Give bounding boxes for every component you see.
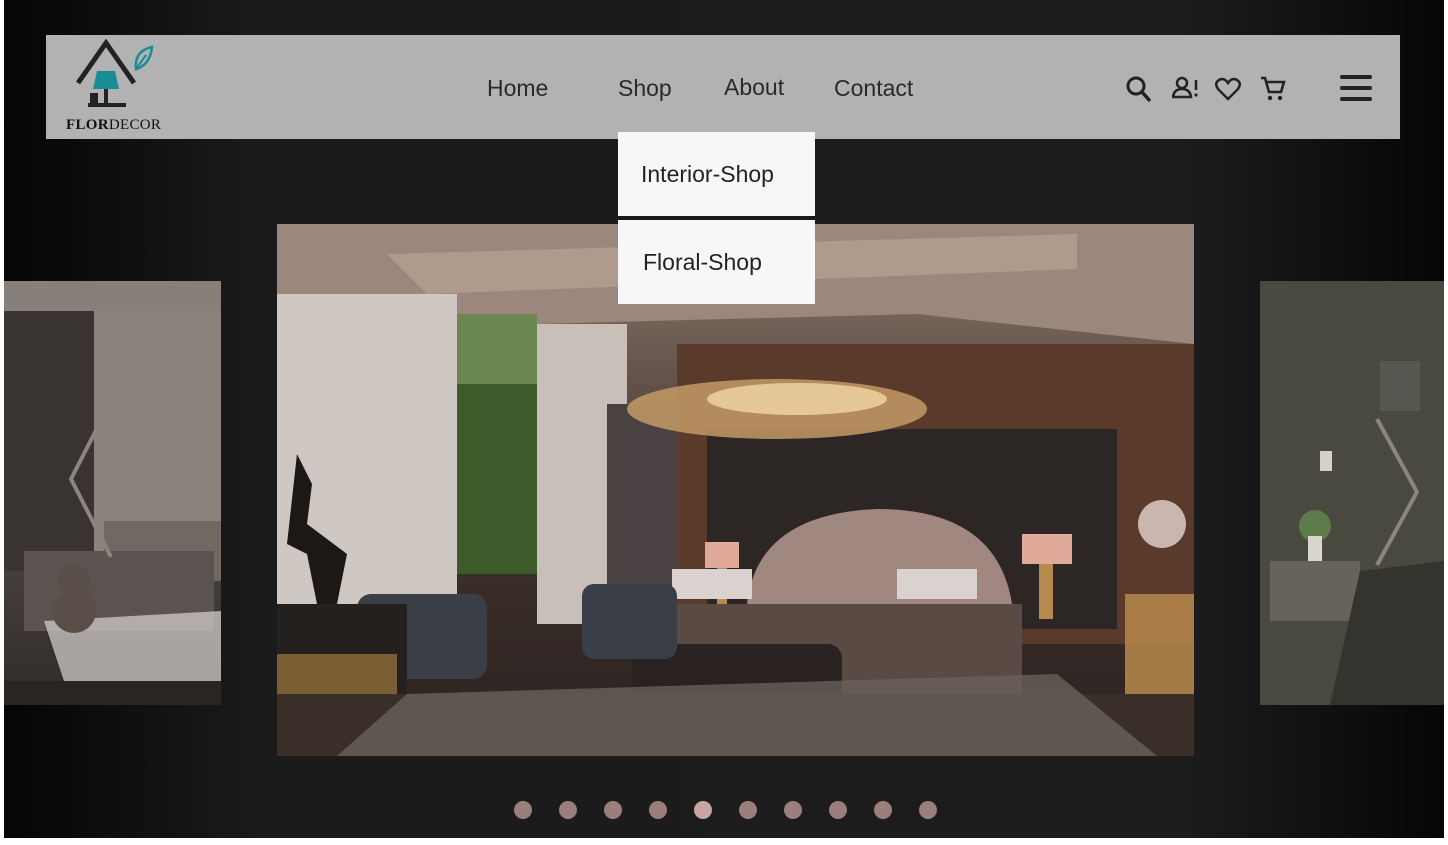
carousel-dot[interactable] (739, 801, 757, 819)
carousel-dot-active[interactable] (694, 801, 712, 819)
carousel-dot[interactable] (919, 801, 937, 819)
top-navbar: FLORDECOR Home Shop About Contact (46, 35, 1400, 139)
carousel-slide-right[interactable] (1260, 281, 1444, 705)
carousel-dot[interactable] (604, 801, 622, 819)
carousel-dot[interactable] (559, 801, 577, 819)
search-icon[interactable] (1126, 76, 1152, 104)
cart-icon[interactable] (1260, 76, 1286, 102)
heart-icon[interactable] (1215, 77, 1241, 101)
house-lamp-logo-icon (75, 39, 154, 107)
dropdown-item-floral-shop[interactable]: Floral-Shop (618, 220, 815, 304)
shop-dropdown: Interior-Shop Floral-Shop (618, 132, 815, 304)
carousel-dot[interactable] (649, 801, 667, 819)
hamburger-menu-icon[interactable] (1340, 75, 1372, 103)
carousel-dot[interactable] (829, 801, 847, 819)
nav-home-link[interactable]: Home (487, 75, 548, 102)
carousel-next-arrow-icon[interactable] (1372, 417, 1422, 567)
carousel-dot[interactable] (874, 801, 892, 819)
page-frame: FLORDECOR Home Shop About Contact Interi… (4, 0, 1444, 838)
brand-logo[interactable]: FLORDECOR (66, 39, 176, 135)
carousel-prev-arrow-icon[interactable] (66, 399, 116, 559)
dropdown-item-interior-shop[interactable]: Interior-Shop (618, 132, 815, 220)
carousel-dot[interactable] (514, 801, 532, 819)
nav-about-link[interactable]: About (724, 74, 784, 101)
nav-contact-link[interactable]: Contact (834, 75, 913, 102)
account-icon[interactable] (1172, 76, 1200, 102)
nav-shop-link[interactable]: Shop (618, 75, 672, 102)
carousel-dot[interactable] (784, 801, 802, 819)
carousel-slide-left[interactable] (4, 281, 221, 705)
brand-name: FLORDECOR (66, 117, 162, 133)
